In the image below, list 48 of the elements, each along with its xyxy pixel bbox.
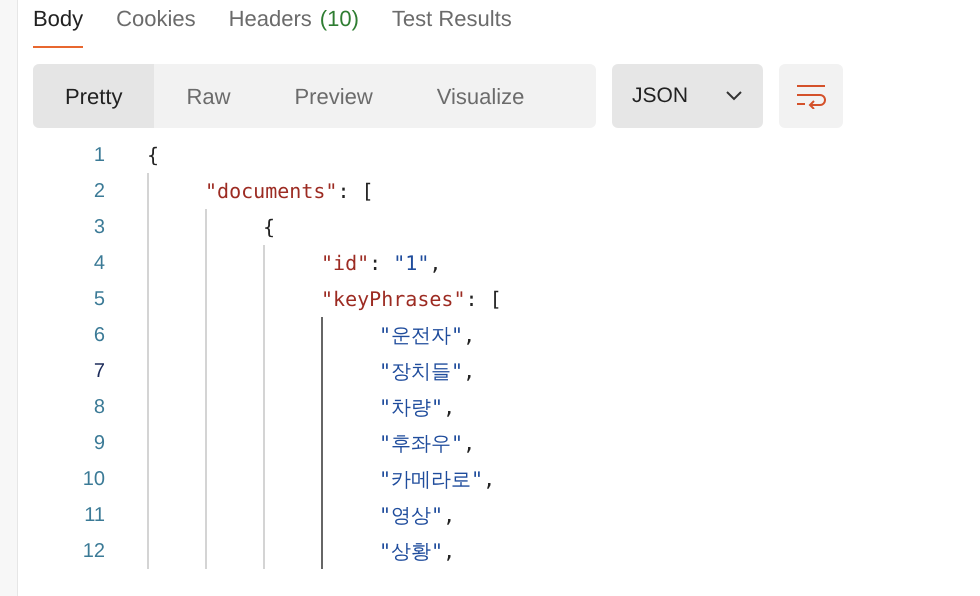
code-token: "운전자" — [379, 322, 464, 349]
line-number: 1 — [94, 143, 105, 168]
view-mode-tab[interactable]: Pretty — [33, 64, 154, 128]
code-token: { — [263, 214, 276, 241]
line-number: 5 — [94, 287, 105, 312]
line-number: 12 — [82, 539, 105, 564]
code-token: "1" — [393, 250, 430, 277]
line-number: 7 — [94, 359, 105, 384]
code-token: , — [463, 358, 476, 385]
code-token: "영상" — [379, 502, 444, 529]
view-mode-tab[interactable]: Raw — [154, 64, 262, 128]
code-token: "차량" — [379, 394, 444, 421]
wrap-lines-button[interactable] — [779, 64, 843, 128]
code-token: , — [463, 430, 476, 457]
chevron-down-icon — [725, 91, 743, 101]
code-token: , — [443, 502, 456, 529]
line-number: 3 — [94, 215, 105, 240]
code-token: { — [147, 142, 160, 169]
response-tab[interactable]: Cookies — [116, 0, 196, 48]
response-tab[interactable]: Headers (10) — [228, 0, 359, 48]
line-number: 10 — [82, 467, 105, 492]
response-tab[interactable]: Body — [33, 0, 84, 48]
code-token: : — [369, 250, 382, 277]
view-mode-tab[interactable]: Visualize — [404, 64, 556, 128]
wrap-lines-icon — [796, 83, 826, 109]
line-number: 11 — [84, 503, 105, 528]
code-token: "장치들" — [379, 358, 464, 385]
code-token: , — [483, 466, 496, 493]
code-token: "keyPhrases" — [321, 286, 466, 313]
code-token: "id" — [321, 250, 370, 277]
code-token: : [ — [337, 178, 374, 205]
line-number: 4 — [94, 251, 105, 276]
format-dropdown[interactable]: JSON — [612, 64, 763, 128]
line-number: 8 — [94, 395, 105, 420]
view-mode-tab[interactable]: Preview — [262, 64, 405, 128]
code-token: , — [443, 394, 456, 421]
code-token: , — [443, 538, 456, 565]
code-token: "카메라로" — [379, 466, 484, 493]
code-token: : [ — [466, 286, 502, 313]
code-token: "후좌우" — [379, 430, 464, 457]
line-number: 9 — [94, 431, 105, 456]
code-token: "상황" — [379, 538, 444, 565]
code-token: , — [429, 250, 442, 277]
line-number: 6 — [94, 323, 105, 348]
line-number: 2 — [94, 179, 105, 204]
code-token: "documents" — [205, 178, 338, 205]
response-tab[interactable]: Test Results — [392, 0, 512, 48]
code-token: , — [463, 322, 476, 349]
